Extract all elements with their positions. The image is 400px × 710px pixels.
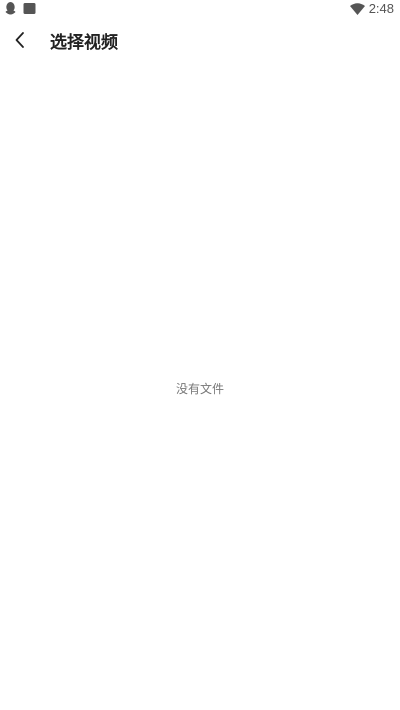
page-title: 选择视频: [50, 33, 118, 53]
wifi-icon: [349, 0, 365, 19]
status-bar-right: 2:48: [349, 0, 394, 19]
chevron-left-icon: [13, 30, 27, 54]
qq-icon: [4, 0, 17, 19]
app-bar: 选择视频: [0, 20, 400, 66]
status-time: 2:48: [368, 1, 394, 16]
notification-square-icon: [23, 0, 36, 19]
back-button[interactable]: [6, 26, 34, 58]
status-bar: 2:48: [0, 0, 400, 18]
empty-state-message: 没有文件: [175, 382, 224, 396]
status-bar-left: [4, 0, 36, 19]
